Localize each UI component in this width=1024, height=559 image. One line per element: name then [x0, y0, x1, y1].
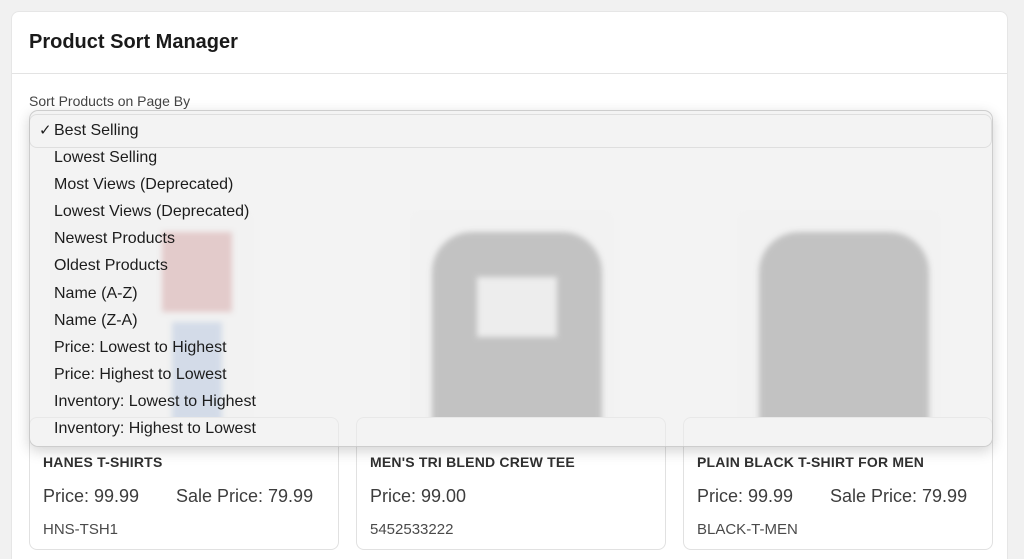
product-sku: BLACK-T-MEN	[697, 521, 798, 538]
sort-option-oldest[interactable]: Oldest Products	[30, 252, 992, 279]
sort-option-lowest-views[interactable]: Lowest Views (Deprecated)	[30, 198, 992, 225]
sort-option-name-za[interactable]: Name (Z-A)	[30, 307, 992, 334]
product-name: PLAIN BLACK T-SHIRT FOR MEN	[697, 454, 925, 470]
product-price: Price: 99.00	[370, 486, 467, 506]
product-name: HANES T-SHIRTS	[43, 454, 163, 470]
sort-label: Sort Products on Page By	[29, 93, 191, 109]
sort-dropdown-menu: ✓ Best Selling Lowest Selling Most Views…	[29, 110, 993, 447]
product-sku: HNS-TSH1	[43, 521, 119, 538]
checkmark-icon: ✓	[39, 122, 52, 139]
page-title: Product Sort Manager	[29, 31, 238, 53]
product-name: MEN'S TRI BLEND CREW TEE	[370, 454, 575, 470]
product-price: Price: 99.99	[697, 486, 794, 506]
product-price: Price: 99.99	[43, 486, 140, 506]
sort-option-newest[interactable]: Newest Products	[30, 225, 992, 252]
sort-option-name-az[interactable]: Name (A-Z)	[30, 280, 992, 307]
product-sku: 5452533222	[370, 521, 454, 538]
sort-option-lowest-selling[interactable]: Lowest Selling	[30, 144, 992, 171]
sort-option-best-selling[interactable]: ✓ Best Selling	[30, 117, 992, 144]
sort-option-inventory-desc[interactable]: Inventory: Highest to Lowest	[30, 415, 992, 442]
sort-option-inventory-asc[interactable]: Inventory: Lowest to Highest	[30, 388, 992, 415]
sort-option-most-views[interactable]: Most Views (Deprecated)	[30, 171, 992, 198]
card-header: Product Sort Manager	[12, 12, 1007, 74]
product-sale-price: Sale Price: 79.99	[830, 486, 968, 506]
product-sale-price: Sale Price: 79.99	[176, 486, 314, 506]
sort-option-price-asc[interactable]: Price: Lowest to Highest	[30, 334, 992, 361]
sort-option-price-desc[interactable]: Price: Highest to Lowest	[30, 361, 992, 388]
